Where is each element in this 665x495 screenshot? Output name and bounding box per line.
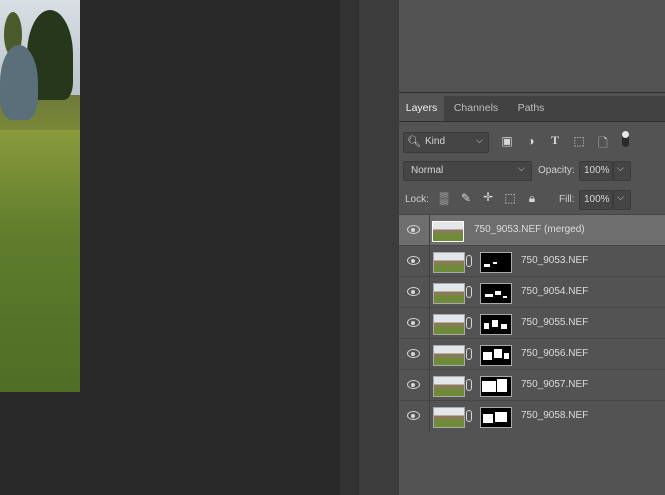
layer-thumbnail <box>433 345 465 366</box>
layer-mask-thumbnail[interactable] <box>480 407 512 428</box>
blend-mode-select[interactable]: Normal ⌵ <box>403 161 532 181</box>
type-filter-icon[interactable]: T <box>548 133 562 148</box>
layer-thumbnail <box>433 407 465 428</box>
layer-mask-thumbnail[interactable] <box>480 376 512 397</box>
lock-position-icon[interactable]: ✛ <box>481 190 495 204</box>
fill-input[interactable]: 100% <box>579 190 613 210</box>
layer-row[interactable]: 750_9053.NEF (merged) <box>399 214 665 246</box>
link-icon[interactable] <box>466 410 472 422</box>
layer-mask-thumbnail[interactable] <box>480 314 512 335</box>
lock-label: Lock: <box>405 194 429 205</box>
chevron-down-icon: ⌵ <box>617 192 624 202</box>
tab-layers[interactable]: Layers <box>399 96 444 121</box>
panel-tabs: Layers Channels Paths <box>399 96 665 122</box>
canvas-scroll-gutter <box>340 0 358 495</box>
blend-mode-value: Normal <box>411 165 444 176</box>
chevron-down-icon: ⌵ <box>617 163 624 173</box>
layer-thumbnail <box>433 283 465 304</box>
layer-name[interactable]: 750_9055.NEF <box>521 317 588 328</box>
eye-icon[interactable] <box>407 380 420 389</box>
layer-row[interactable]: 750_9058.NEF <box>399 400 665 432</box>
lock-all-icon[interactable]: 🔒︎ <box>525 191 539 206</box>
panel-dock-strip <box>358 0 400 495</box>
layer-thumbnail <box>433 314 465 335</box>
layer-name[interactable]: 750_9054.NEF <box>521 286 588 297</box>
lock-artboard-icon[interactable]: ⬚ <box>503 191 517 205</box>
layer-mask-thumbnail[interactable] <box>480 252 512 273</box>
link-icon[interactable] <box>466 255 472 267</box>
link-icon[interactable] <box>466 348 472 360</box>
document-canvas[interactable] <box>0 0 340 495</box>
layer-row[interactable]: 750_9053.NEF <box>399 245 665 277</box>
layer-row[interactable]: 750_9054.NEF <box>399 276 665 308</box>
image-filter-icon[interactable]: ▣ <box>500 134 514 148</box>
layer-name[interactable]: 750_9057.NEF <box>521 379 588 390</box>
kind-filter-select[interactable]: 🔍︎ Kind ⌵ <box>403 132 489 153</box>
opacity-input[interactable]: 100% <box>579 161 613 181</box>
lock-image-icon[interactable]: ✎ <box>459 191 473 205</box>
link-icon[interactable] <box>466 317 472 329</box>
layer-thumbnail <box>432 221 464 242</box>
filter-toggle-icon[interactable] <box>622 131 629 147</box>
eye-icon[interactable] <box>407 287 420 296</box>
fill-label: Fill: <box>559 194 575 205</box>
fill-dropdown-button[interactable]: ⌵ <box>613 190 631 210</box>
layer-row[interactable]: 750_9055.NEF <box>399 307 665 339</box>
opacity-dropdown-button[interactable]: ⌵ <box>613 161 631 181</box>
tab-paths[interactable]: Paths <box>508 96 554 121</box>
chevron-down-icon: ⌵ <box>518 163 525 173</box>
search-icon: 🔍︎ <box>407 136 421 148</box>
shape-filter-icon[interactable]: ⬚ <box>572 134 586 148</box>
layer-name[interactable]: 750_9053.NEF <box>521 255 588 266</box>
eye-icon[interactable] <box>407 349 420 358</box>
eye-icon[interactable] <box>407 225 420 234</box>
tab-channels[interactable]: Channels <box>446 96 506 121</box>
layer-name[interactable]: 750_9053.NEF (merged) <box>474 224 585 235</box>
lock-transparent-icon[interactable]: ▒ <box>437 191 451 205</box>
eye-icon[interactable] <box>407 411 420 420</box>
adjustment-filter-icon[interactable]: ◑ <box>524 134 538 148</box>
link-icon[interactable] <box>466 379 472 391</box>
eye-icon[interactable] <box>407 318 420 327</box>
link-icon[interactable] <box>466 286 472 298</box>
layer-thumbnail <box>433 376 465 397</box>
layer-row[interactable]: 750_9057.NEF <box>399 369 665 401</box>
layer-name[interactable]: 750_9058.NEF <box>521 410 588 421</box>
kind-filter-label: Kind <box>425 136 446 147</box>
eye-icon[interactable] <box>407 256 420 265</box>
layer-name[interactable]: 750_9056.NEF <box>521 348 588 359</box>
opacity-label: Opacity: <box>538 165 575 176</box>
layer-row[interactable]: 750_9056.NEF <box>399 338 665 370</box>
layer-thumbnail <box>433 252 465 273</box>
layers-panel: Layers Channels Paths 🔍︎ Kind ⌵ ▣ ◑ T ⬚ … <box>399 0 665 495</box>
chevron-down-icon: ⌵ <box>476 135 483 145</box>
upper-panel <box>399 0 665 93</box>
layer-mask-thumbnail[interactable] <box>480 345 512 366</box>
canvas-photo <box>0 0 80 392</box>
layer-mask-thumbnail[interactable] <box>480 283 512 304</box>
smart-object-filter-icon[interactable]: 🗋︎ <box>596 134 610 155</box>
